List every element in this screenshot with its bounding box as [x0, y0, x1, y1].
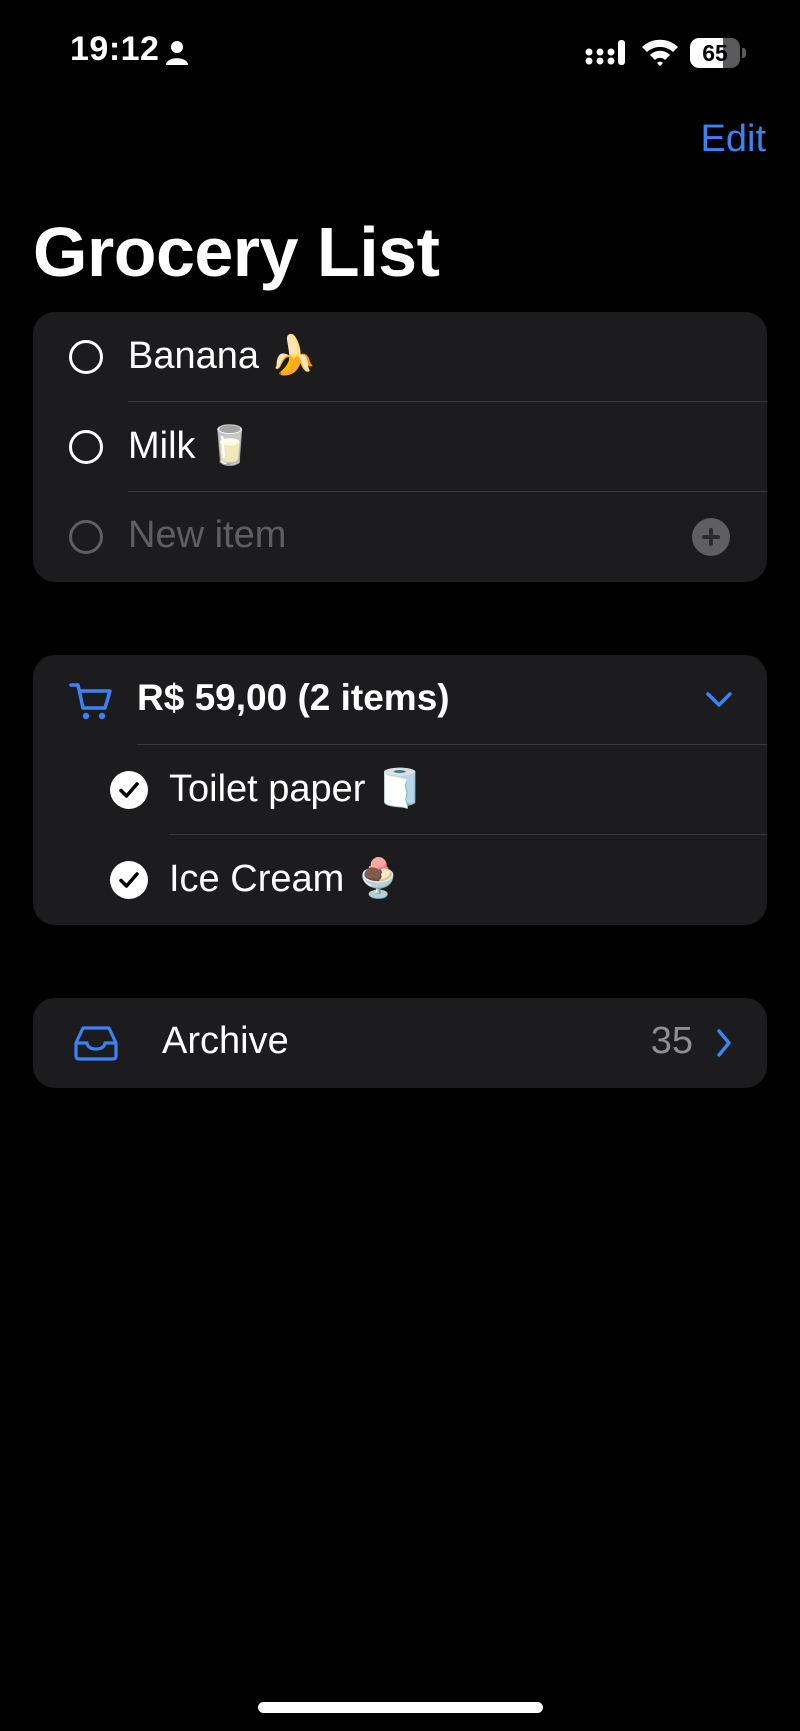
signal-icon — [585, 40, 625, 65]
page-title: Grocery List — [33, 213, 440, 291]
edit-button[interactable]: Edit — [701, 118, 766, 161]
battery-cap — [742, 48, 746, 58]
cart-icon — [69, 683, 112, 720]
list-item[interactable]: Milk 🥛 — [33, 402, 767, 492]
cart-header[interactable]: R$ 59,00 (2 items) — [33, 655, 767, 745]
wifi-icon — [642, 39, 678, 66]
list-item-label[interactable]: Milk 🥛 — [128, 424, 253, 468]
empty-circle-icon — [69, 520, 103, 554]
new-item-row[interactable]: New item — [33, 492, 767, 582]
archive-count: 35 — [650, 1020, 693, 1062]
cart-item-label[interactable]: Ice Cream 🍨 — [169, 857, 402, 901]
checkmark-icon[interactable] — [110, 771, 148, 809]
list-item-label[interactable]: Banana 🍌 — [128, 334, 317, 378]
cart-summary: R$ 59,00 (2 items) — [137, 677, 450, 718]
chevron-down-icon[interactable] — [705, 691, 733, 709]
chevron-right-icon[interactable] — [715, 1028, 733, 1058]
tray-icon — [74, 1026, 118, 1061]
cart-item[interactable]: Toilet paper 🧻 — [33, 745, 767, 835]
add-item-button[interactable] — [692, 518, 730, 556]
person-icon — [166, 41, 188, 65]
cart-item-label[interactable]: Toilet paper 🧻 — [169, 767, 423, 811]
list-item[interactable]: Banana 🍌 — [33, 312, 767, 402]
status-time: 19:12 — [70, 30, 160, 68]
unchecked-circle-icon[interactable] — [69, 340, 103, 374]
checkmark-icon[interactable] — [110, 861, 148, 899]
shopping-list-card: Banana 🍌 Milk 🥛 New item — [33, 312, 767, 582]
cart-card: R$ 59,00 (2 items) Toilet paper 🧻 Ice Cr… — [33, 655, 767, 925]
archive-label: Archive — [162, 1020, 289, 1062]
battery-indicator: 65 — [690, 38, 746, 68]
cart-item[interactable]: Ice Cream 🍨 — [33, 835, 767, 925]
archive-row[interactable]: Archive 35 — [33, 998, 767, 1088]
unchecked-circle-icon[interactable] — [69, 430, 103, 464]
new-item-input[interactable]: New item — [128, 514, 286, 557]
home-indicator[interactable] — [258, 1702, 543, 1713]
battery-percent: 65 — [702, 40, 728, 66]
